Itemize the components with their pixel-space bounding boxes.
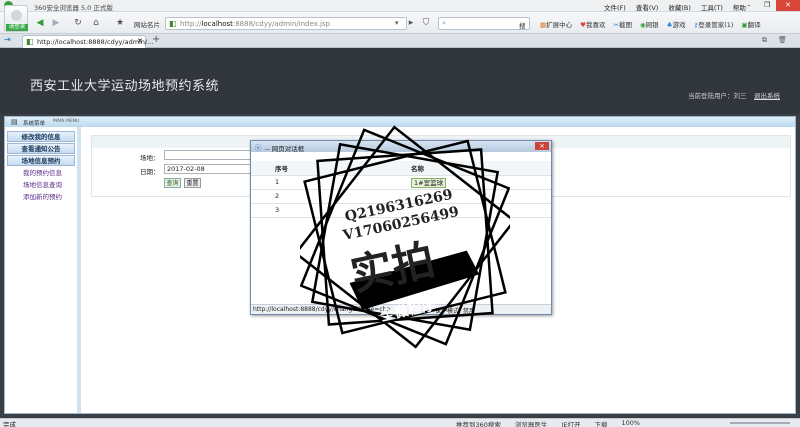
venue-input[interactable] xyxy=(164,150,254,160)
date-input[interactable]: 2017-02-08 xyxy=(164,164,254,174)
refresh-icon[interactable]: ↻ xyxy=(72,17,84,29)
restore-icon[interactable]: ❐ xyxy=(758,0,776,11)
sidebar-toggle-icon[interactable]: ⇥ xyxy=(4,35,11,44)
status-text: 完成 xyxy=(3,421,16,427)
menu-file[interactable]: 文件(F) xyxy=(604,2,626,12)
status-download[interactable]: 下载 xyxy=(594,419,607,427)
app-title: 西安工业大学运动场地预约系统 xyxy=(30,79,220,94)
dialog-title: -- 网页对话框 xyxy=(265,145,305,153)
avatar-icon xyxy=(11,10,22,21)
browser-title: 360安全浏览器 5.0 正式版 xyxy=(34,4,113,12)
login-avatar[interactable]: 请登录 xyxy=(4,5,28,32)
reset-button[interactable]: 重置 xyxy=(184,178,201,188)
date-label: 日期： xyxy=(140,168,160,176)
game-button[interactable]: ♣游戏 xyxy=(667,19,686,29)
browser-title-bar: 360安全浏览器 5.0 正式版 文件(F) 查看(V) 收藏(B) 工具(T)… xyxy=(0,0,800,12)
status-doctor[interactable]: 浏览器医生 xyxy=(515,419,548,427)
sidebar: 修改我的信息 查看通知公告 场地信息预约 我的预约信息 场地信息查询 添加新的预… xyxy=(5,127,81,413)
screenshot-button[interactable]: ✂截图 xyxy=(613,19,631,29)
tab-list-icon[interactable]: ⧉ xyxy=(762,36,767,45)
app-header: 西安工业大学运动场地预约系统 当前登陆用户：刘三 退出系统 xyxy=(0,48,800,114)
tab-close-icon[interactable]: ✕ xyxy=(137,37,143,45)
address-bar[interactable]: ◧ http://localhost:8888/cdyy/admin/index… xyxy=(165,17,407,30)
forward-icon[interactable]: ▶ xyxy=(50,17,62,29)
dialog-ie-icon: ⓔ xyxy=(255,144,262,152)
translate-button[interactable]: ▣翻译 xyxy=(741,19,760,29)
tab-active[interactable]: ◧ http://localhost:8888/cdyy/admin/... ✕ xyxy=(22,35,153,48)
tab-title: http://localhost:8888/cdyy/admin/... xyxy=(37,38,154,46)
sidebar-link-add-booking[interactable]: 添加新的预约 xyxy=(5,191,77,203)
status-zoom[interactable]: 100% xyxy=(621,419,640,427)
shield-icon[interactable]: ⛉ xyxy=(420,17,432,29)
back-icon[interactable]: ◀ xyxy=(34,17,46,29)
go-icon[interactable]: ▸ xyxy=(405,17,417,29)
sidebar-link-my-bookings[interactable]: 我的预约信息 xyxy=(5,167,77,179)
logout-link[interactable]: 退出系统 xyxy=(754,90,780,100)
star-icon[interactable]: ★ xyxy=(114,17,126,29)
login-label[interactable]: 请登录 xyxy=(6,24,28,31)
menu-label: 系统菜单 xyxy=(23,121,46,127)
menu-label-en: MAIN MENU xyxy=(53,119,80,124)
status-bar: 完成 推荐到360搜索 浏览器医生 IE打开 下载 100% xyxy=(0,418,800,427)
like-button[interactable]: ♥我喜欢 xyxy=(580,19,605,29)
tab-strip: ⇥ ◧ http://localhost:8888/cdyy/admin/...… xyxy=(0,34,800,48)
home-icon[interactable]: ⌂ xyxy=(90,17,102,29)
sidebar-item-venue-booking[interactable]: 场地信息预约 xyxy=(7,155,75,166)
menu-view[interactable]: 查看(V) xyxy=(636,2,659,12)
current-user: 当前登陆用户：刘三 xyxy=(688,92,747,100)
window-close-icon[interactable]: ✕ xyxy=(776,0,800,11)
zoom-slider[interactable] xyxy=(730,422,790,424)
sidebar-item-edit-info[interactable]: 修改我的信息 xyxy=(7,131,75,142)
sidebar-item-notices[interactable]: 查看通知公告 xyxy=(7,143,75,154)
search-box[interactable]: ⌕ 搜 xyxy=(438,17,530,30)
sidebar-link-venue-query[interactable]: 场地信息查询 xyxy=(5,179,77,191)
status-ie-open[interactable]: IE打开 xyxy=(561,419,580,427)
menu-tools[interactable]: 工具(T) xyxy=(701,2,723,12)
browser-toolbar: 请登录 ◀ ▶ ↻ ⌂ ★ 网站名片 ◧ http://localhost:88… xyxy=(0,5,800,34)
menu-favorites[interactable]: 收藏(B) xyxy=(668,2,691,12)
tab-page-icon: ◧ xyxy=(26,37,34,46)
venue-label: 场地： xyxy=(140,154,160,162)
search-button[interactable]: 搜 xyxy=(519,20,526,30)
new-tab-button[interactable]: + xyxy=(152,34,160,45)
bank-button[interactable]: ◉网银 xyxy=(640,19,659,29)
menu-icon: ▤ xyxy=(11,118,18,126)
address-url[interactable]: http://localhost:8888/cdyy/admin/index.j… xyxy=(180,20,330,28)
page-viewport: 西安工业大学运动场地预约系统 当前登陆用户：刘三 退出系统 ▤ 系统菜单 MAI… xyxy=(0,48,800,418)
trash-icon[interactable]: 🗑 xyxy=(778,36,787,44)
login-manager-button[interactable]: ⚷登录管家(1) xyxy=(693,19,733,29)
dropdown-icon[interactable]: ▾ xyxy=(395,19,399,27)
watermark: Q2196316269 V17060256499 实拍 全微程序 xyxy=(294,122,516,352)
minimize-icon[interactable]: – xyxy=(740,0,758,11)
status-recommend[interactable]: 推荐到360搜索 xyxy=(456,419,501,427)
page-icon: ◧ xyxy=(169,19,177,28)
favorites-label[interactable]: 网站名片 xyxy=(134,19,160,29)
search-icon: ⌕ xyxy=(442,19,446,27)
query-button[interactable]: 查询 xyxy=(164,178,181,188)
extensions-button[interactable]: ▦扩展中心 xyxy=(540,19,572,29)
dialog-close-icon[interactable]: × xyxy=(535,142,549,150)
